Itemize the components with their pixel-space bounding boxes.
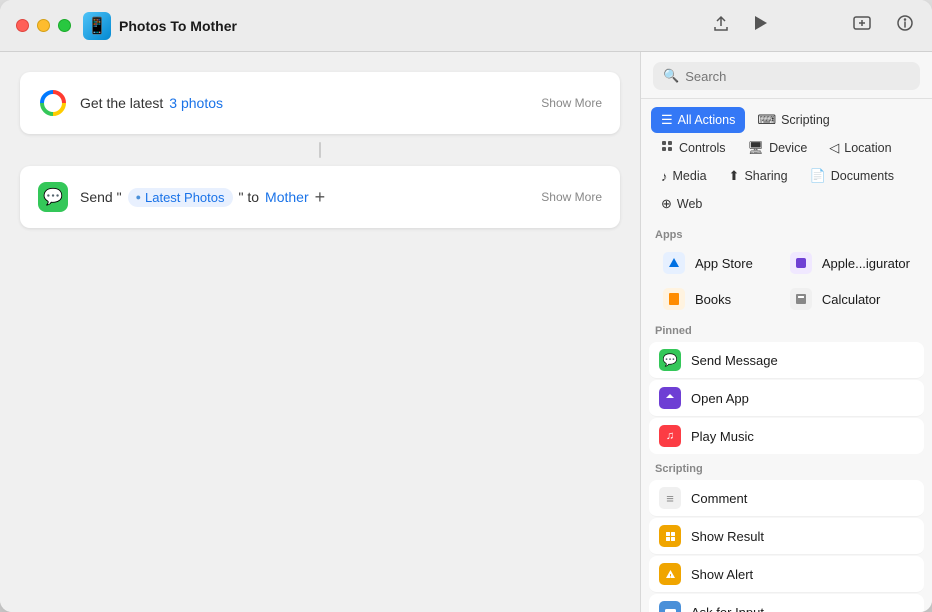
action-item-show-result[interactable]: Show Result (649, 518, 924, 555)
action-send-message[interactable]: 💬 Send " ● Latest Photos " to Mother + S… (20, 166, 620, 228)
action-item-books[interactable]: Books (649, 281, 776, 317)
sharing-icon: ⬆ (729, 168, 740, 184)
app-store-icon (663, 252, 685, 274)
actions-header: 🔍 (641, 52, 932, 99)
media-icon: ♪ (661, 169, 668, 184)
category-scripting[interactable]: ⌨ Scripting (747, 107, 839, 133)
pinned-list: 💬 Send Message Open App (641, 342, 932, 454)
books-icon (663, 288, 685, 310)
show-more-btn-1[interactable]: Show More (541, 96, 602, 110)
maximize-button[interactable] (58, 19, 71, 32)
minimize-button[interactable] (37, 19, 50, 32)
show-result-icon (659, 525, 681, 547)
comment-icon: ≡ (659, 487, 681, 509)
titlebar-actions (710, 12, 916, 39)
latest-photos-badge[interactable]: ● Latest Photos (128, 188, 233, 207)
workflow-pane: Get the latest 3 photos Show More 💬 Send… (0, 52, 640, 612)
device-icon: 🖥 (748, 140, 765, 156)
play-button[interactable] (752, 13, 770, 38)
main-window: 📱 Photos To Mother (0, 0, 932, 612)
search-icon: 🔍 (663, 68, 679, 84)
action-send-content: Send " ● Latest Photos " to Mother + (80, 187, 529, 208)
ask-for-input-icon (659, 601, 681, 612)
calculator-icon (790, 288, 812, 310)
category-controls[interactable]: Controls (651, 135, 736, 161)
action-get-photos[interactable]: Get the latest 3 photos Show More (20, 72, 620, 134)
scripting-section-label: Scripting (641, 455, 932, 479)
search-box[interactable]: 🔍 (653, 62, 920, 90)
documents-icon: 📄 (810, 168, 826, 184)
action-item-play-music[interactable]: ♫ Play Music (649, 418, 924, 454)
open-app-icon (659, 387, 681, 409)
scripting-list: ≡ Comment Show Re (641, 480, 932, 612)
web-icon: ⊕ (661, 196, 672, 212)
app-icon: 📱 (83, 12, 111, 40)
action-item-show-alert[interactable]: Show Alert (649, 556, 924, 593)
category-media[interactable]: ♪ Media (651, 163, 717, 189)
controls-icon (661, 140, 674, 156)
category-documents[interactable]: 📄 Documents (800, 163, 904, 189)
category-all-actions[interactable]: ☰ All Actions (651, 107, 745, 133)
play-music-icon: ♫ (659, 425, 681, 447)
action-item-app-store[interactable]: App Store (649, 245, 776, 281)
action-item-open-app[interactable]: Open App (649, 380, 924, 417)
action-get-photos-content: Get the latest 3 photos (80, 95, 529, 111)
send-message-icon: 💬 (659, 349, 681, 371)
show-more-btn-2[interactable]: Show More (541, 190, 602, 204)
category-web[interactable]: ⊕ Web (651, 191, 712, 217)
action-item-comment[interactable]: ≡ Comment (649, 480, 924, 517)
titlebar: 📱 Photos To Mother (0, 0, 932, 52)
photos-count-badge[interactable]: 3 photos (169, 95, 223, 111)
action-item-apple-configurator[interactable]: Apple...igurator (776, 245, 924, 281)
category-sharing[interactable]: ⬆ Sharing (719, 163, 798, 189)
messages-icon: 💬 (38, 182, 68, 212)
add-recipient-button[interactable]: + (315, 187, 326, 208)
actions-pane: 🔍 ☰ All Actions ⌨ Scripting (640, 52, 932, 612)
share-button[interactable] (710, 12, 732, 39)
action-item-ask-for-input[interactable]: Ask for Input (649, 594, 924, 612)
add-to-shortcuts-button[interactable] (850, 12, 874, 39)
recipient-badge[interactable]: Mother (265, 189, 309, 205)
apps-section-label: Apps (641, 221, 932, 245)
category-nav: ☰ All Actions ⌨ Scripting (641, 99, 932, 217)
main-content: Get the latest 3 photos Show More 💬 Send… (0, 52, 932, 612)
scripting-icon: ⌨ (757, 112, 776, 128)
window-title: Photos To Mother (119, 18, 710, 34)
photos-icon (38, 88, 68, 118)
category-location[interactable]: ◁ Location (819, 135, 901, 161)
close-button[interactable] (16, 19, 29, 32)
info-button[interactable] (894, 12, 916, 39)
action-item-calculator[interactable]: Calculator (776, 281, 924, 317)
apple-configurator-icon (790, 252, 812, 274)
traffic-lights (16, 19, 71, 32)
category-device[interactable]: 🖥 Device (738, 135, 818, 161)
show-alert-icon (659, 563, 681, 585)
location-icon: ◁ (829, 140, 839, 156)
actions-list: Apps App Store (641, 217, 932, 612)
action-item-send-message[interactable]: 💬 Send Message (649, 342, 924, 379)
all-actions-icon: ☰ (661, 112, 673, 128)
search-input[interactable] (685, 69, 910, 84)
pinned-section-label: Pinned (641, 317, 932, 341)
